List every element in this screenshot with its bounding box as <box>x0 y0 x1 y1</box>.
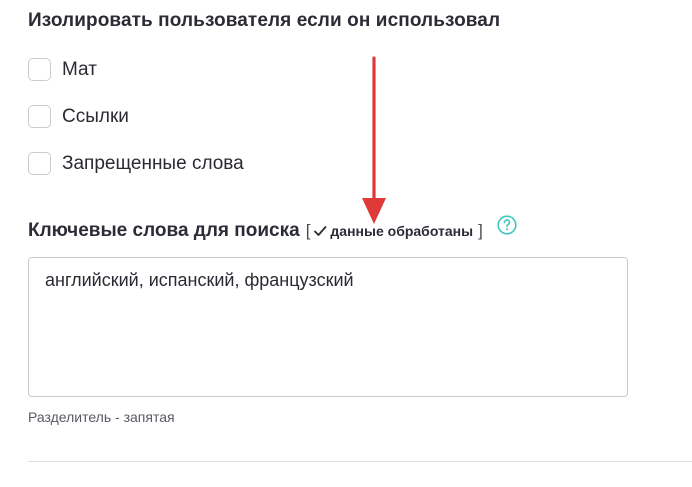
separator-hint: Разделитель - запятая <box>28 409 175 425</box>
links-checkbox[interactable] <box>28 105 51 128</box>
forbidden-words-label: Запрещенные слова <box>62 152 244 174</box>
checkbox-row-links[interactable]: Ссылки <box>28 105 129 128</box>
links-label: Ссылки <box>62 105 129 127</box>
checkbox-row-mat[interactable]: Мат <box>28 58 97 81</box>
annotation-arrow <box>362 56 386 224</box>
status-bracket-open: [ <box>305 221 311 240</box>
status-bracket-close: ] <box>478 221 483 240</box>
mat-checkbox[interactable] <box>28 58 51 81</box>
keywords-header: Ключевые слова для поиска [ данные обраб… <box>28 220 483 242</box>
mat-label: Мат <box>62 58 97 80</box>
processing-status: данные обработаны <box>330 223 474 239</box>
question-circle-icon[interactable] <box>497 215 517 235</box>
isolate-section-title: Изолировать пользователя если он использ… <box>28 10 501 31</box>
keywords-textarea[interactable]: английский, испанский, французский <box>28 257 628 397</box>
checkbox-row-forbidden-words[interactable]: Запрещенные слова <box>28 152 244 175</box>
forbidden-words-checkbox[interactable] <box>28 152 51 175</box>
checkmark-icon <box>314 226 327 236</box>
keywords-title: Ключевые слова для поиска <box>28 220 300 241</box>
section-divider <box>28 461 692 462</box>
